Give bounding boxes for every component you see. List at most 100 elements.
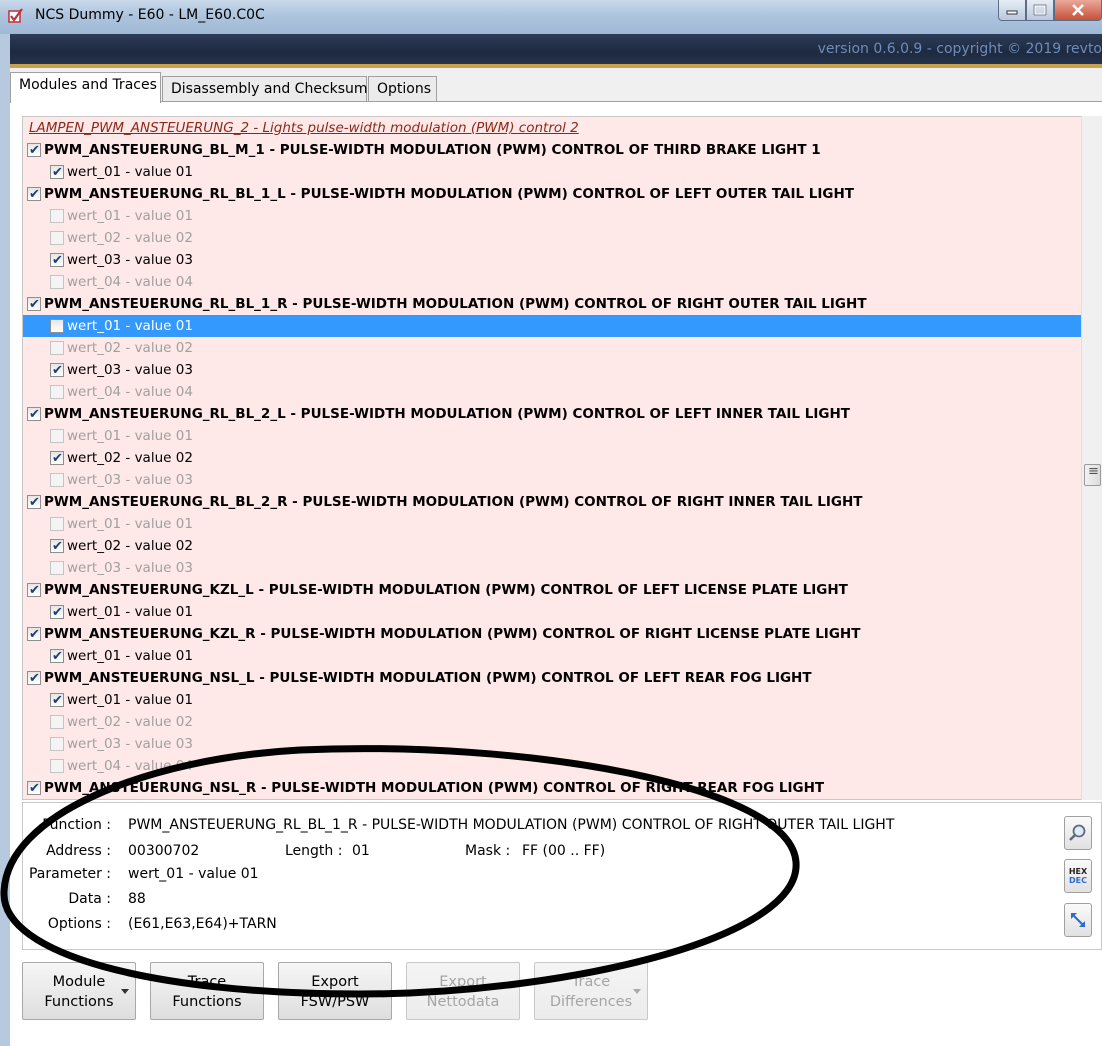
tab-options[interactable]: Options — [368, 76, 437, 102]
parameter-checkbox[interactable] — [50, 250, 64, 272]
hex-dec-toggle-button[interactable]: HEX DEC — [1064, 859, 1092, 893]
scrollbar-thumb[interactable] — [1084, 464, 1101, 486]
parameter-row[interactable]: wert_04 - value 04 — [23, 271, 1081, 293]
parameter-checkbox[interactable] — [50, 536, 64, 558]
parameter-checkbox[interactable] — [50, 561, 64, 575]
function-row[interactable]: PWM_ANSTEUERUNG_KZL_R - PULSE-WIDTH MODU… — [23, 623, 1081, 646]
function-label: PWM_ANSTEUERUNG_RL_BL_2_R - PULSE-WIDTH … — [44, 494, 863, 510]
parameter-row[interactable]: wert_01 - value 01 — [23, 315, 1081, 337]
function-checkbox[interactable] — [27, 778, 41, 799]
resize-arrows-icon — [1071, 913, 1085, 927]
parameter-row[interactable]: wert_01 - value 01 — [23, 645, 1081, 668]
parameter-checkbox[interactable] — [50, 473, 64, 487]
tab-disassembly-and-checksums[interactable]: Disassembly and Checksums — [162, 76, 375, 102]
parameter-checkbox[interactable] — [50, 646, 64, 668]
parameter-row[interactable]: wert_01 - value 01 — [23, 425, 1081, 447]
minimize-icon — [1006, 10, 1018, 15]
function-checkbox[interactable] — [27, 492, 41, 514]
parameter-checkbox[interactable] — [50, 429, 64, 443]
function-checkbox[interactable] — [27, 580, 41, 602]
options-value: (E61,E63,E64)+TARN — [128, 916, 277, 932]
version-text: version 0.6.0.9 - copyright © 2019 revto — [817, 41, 1102, 57]
parameter-row[interactable]: wert_01 - value 01 — [23, 513, 1081, 535]
function-value: PWM_ANSTEUERUNG_RL_BL_1_R - PULSE-WIDTH … — [128, 817, 895, 833]
function-row[interactable]: PWM_ANSTEUERUNG_RL_BL_2_R - PULSE-WIDTH … — [23, 491, 1081, 514]
module-functions-line1: Module — [52, 974, 106, 990]
function-list[interactable]: LAMPEN_PWM_ANSTEUERUNG_2 - Lights pulse-… — [22, 116, 1102, 800]
maximize-button[interactable] — [1026, 0, 1054, 21]
resize-button[interactable] — [1064, 903, 1092, 937]
search-button[interactable] — [1064, 816, 1092, 850]
parameter-row[interactable]: wert_03 - value 03 — [23, 557, 1081, 579]
function-row[interactable]: PWM_ANSTEUERUNG_KZL_L - PULSE-WIDTH MODU… — [23, 579, 1081, 602]
parameter-row[interactable]: wert_02 - value 02 — [23, 447, 1081, 470]
export-fsw-psw-button[interactable]: Export FSW/PSW — [278, 962, 392, 1020]
parameter-checkbox[interactable] — [50, 737, 64, 751]
minimize-button[interactable] — [998, 0, 1026, 21]
dropdown-arrow-icon — [633, 989, 641, 994]
parameter-row[interactable]: wert_03 - value 03 — [23, 359, 1081, 382]
parameter-row[interactable]: wert_02 - value 02 — [23, 227, 1081, 249]
parameter-checkbox[interactable] — [50, 517, 64, 531]
module-header-label: LAMPEN_PWM_ANSTEUERUNG_2 - Lights pulse-… — [29, 120, 579, 136]
parameter-row[interactable]: wert_03 - value 03 — [23, 469, 1081, 491]
function-checkbox[interactable] — [27, 624, 41, 646]
parameter-row[interactable]: wert_04 - value 04 — [23, 755, 1081, 777]
parameter-checkbox[interactable] — [50, 275, 64, 289]
parameter-row[interactable]: wert_04 - value 04 — [23, 381, 1081, 403]
close-button[interactable] — [1054, 0, 1102, 21]
parameter-checkbox[interactable] — [50, 319, 64, 333]
parameter-label: wert_04 - value 04 — [67, 274, 193, 290]
parameter-row[interactable]: wert_02 - value 02 — [23, 535, 1081, 558]
export-nettodata-button[interactable]: Export Nettodata — [406, 962, 520, 1020]
parameter-label: wert_03 - value 03 — [67, 252, 193, 268]
function-row[interactable]: PWM_ANSTEUERUNG_BL_M_1 - PULSE-WIDTH MOD… — [23, 139, 1081, 162]
function-checkbox[interactable] — [27, 404, 41, 426]
close-icon — [1072, 4, 1084, 16]
parameter-checkbox[interactable] — [50, 341, 64, 355]
tab-modules-and-traces[interactable]: Modules and Traces — [10, 72, 161, 103]
window-title: NCS Dummy - E60 - LM_E60.C0C — [35, 7, 265, 23]
function-checkbox[interactable] — [27, 140, 41, 162]
parameter-checkbox[interactable] — [50, 448, 64, 470]
parameter-row[interactable]: wert_03 - value 03 — [23, 249, 1081, 272]
trace-functions-button[interactable]: Trace Functions — [150, 962, 264, 1020]
function-row[interactable]: PWM_ANSTEUERUNG_RL_BL_2_L - PULSE-WIDTH … — [23, 403, 1081, 426]
function-row[interactable]: PWM_ANSTEUERUNG_NSL_R - PULSE-WIDTH MODU… — [23, 777, 1081, 799]
export-fsw-psw-line1: Export — [311, 974, 359, 990]
version-banner: version 0.6.0.9 - copyright © 2019 revto — [10, 34, 1102, 68]
parameter-row[interactable]: wert_01 - value 01 — [23, 601, 1081, 624]
hex-dec-toggle-icon-hex: HEX — [1068, 867, 1088, 876]
parameter-checkbox[interactable] — [50, 690, 64, 712]
function-row[interactable]: PWM_ANSTEUERUNG_NSL_L - PULSE-WIDTH MODU… — [23, 667, 1081, 690]
parameter-checkbox[interactable] — [50, 715, 64, 729]
parameter-checkbox[interactable] — [50, 759, 64, 773]
parameter-row[interactable]: wert_02 - value 02 — [23, 337, 1081, 359]
parameter-checkbox[interactable] — [50, 385, 64, 399]
function-checkbox[interactable] — [27, 294, 41, 316]
list-scrollbar[interactable] — [1081, 116, 1102, 800]
function-checkbox[interactable] — [27, 668, 41, 690]
parameter-checkbox[interactable] — [50, 162, 64, 184]
parameter-checkbox[interactable] — [50, 209, 64, 223]
function-checkbox[interactable] — [27, 184, 41, 206]
parameter-checkbox[interactable] — [50, 602, 64, 624]
parameter-checkbox[interactable] — [50, 360, 64, 382]
parameter-label: wert_02 - value 02 — [67, 450, 193, 466]
detail-panel: Function : PWM_ANSTEUERUNG_RL_BL_1_R - P… — [22, 802, 1102, 950]
parameter-row[interactable]: wert_01 - value 01 — [23, 205, 1081, 227]
function-row[interactable]: PWM_ANSTEUERUNG_RL_BL_1_R - PULSE-WIDTH … — [23, 293, 1081, 316]
trace-differences-button[interactable]: Trace Differences — [534, 962, 648, 1020]
parameter-label: wert_01 - value 01 — [67, 428, 193, 444]
parameter-label: wert_04 - value 04 — [67, 384, 193, 400]
function-label: PWM_ANSTEUERUNG_KZL_L - PULSE-WIDTH MODU… — [44, 582, 848, 598]
parameter-row[interactable]: wert_03 - value 03 — [23, 733, 1081, 755]
trace-differences-line1: Trace — [571, 974, 611, 990]
function-row[interactable]: PWM_ANSTEUERUNG_RL_BL_1_L - PULSE-WIDTH … — [23, 183, 1081, 206]
parameter-row[interactable]: wert_02 - value 02 — [23, 711, 1081, 733]
parameter-row[interactable]: wert_01 - value 01 — [23, 161, 1081, 184]
parameter-row[interactable]: wert_01 - value 01 — [23, 689, 1081, 712]
parameter-checkbox[interactable] — [50, 231, 64, 245]
module-functions-button[interactable]: Module Functions — [22, 962, 136, 1020]
parameter-label: wert_03 - value 03 — [67, 472, 193, 488]
